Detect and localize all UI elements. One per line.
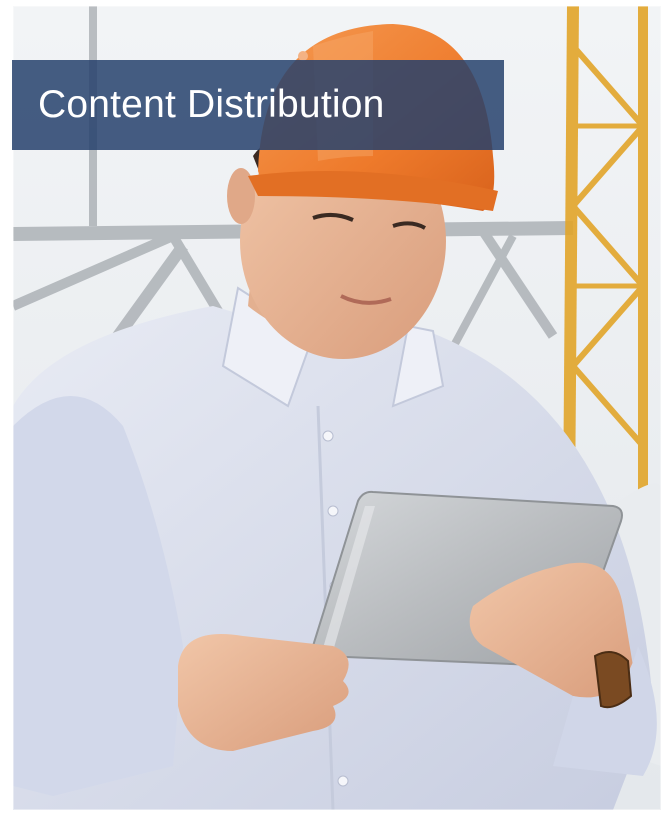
page-title: Content Distribution bbox=[38, 83, 385, 126]
title-banner: Content Distribution bbox=[12, 60, 504, 150]
wristwatch bbox=[593, 651, 633, 709]
